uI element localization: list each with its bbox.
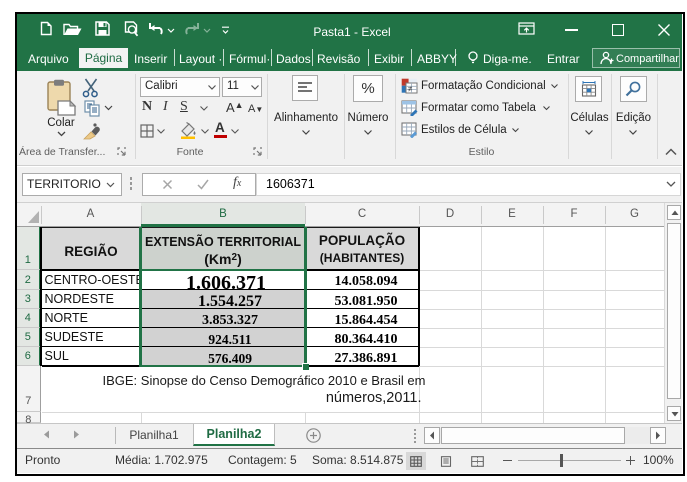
svg-text:≠: ≠	[408, 85, 413, 94]
